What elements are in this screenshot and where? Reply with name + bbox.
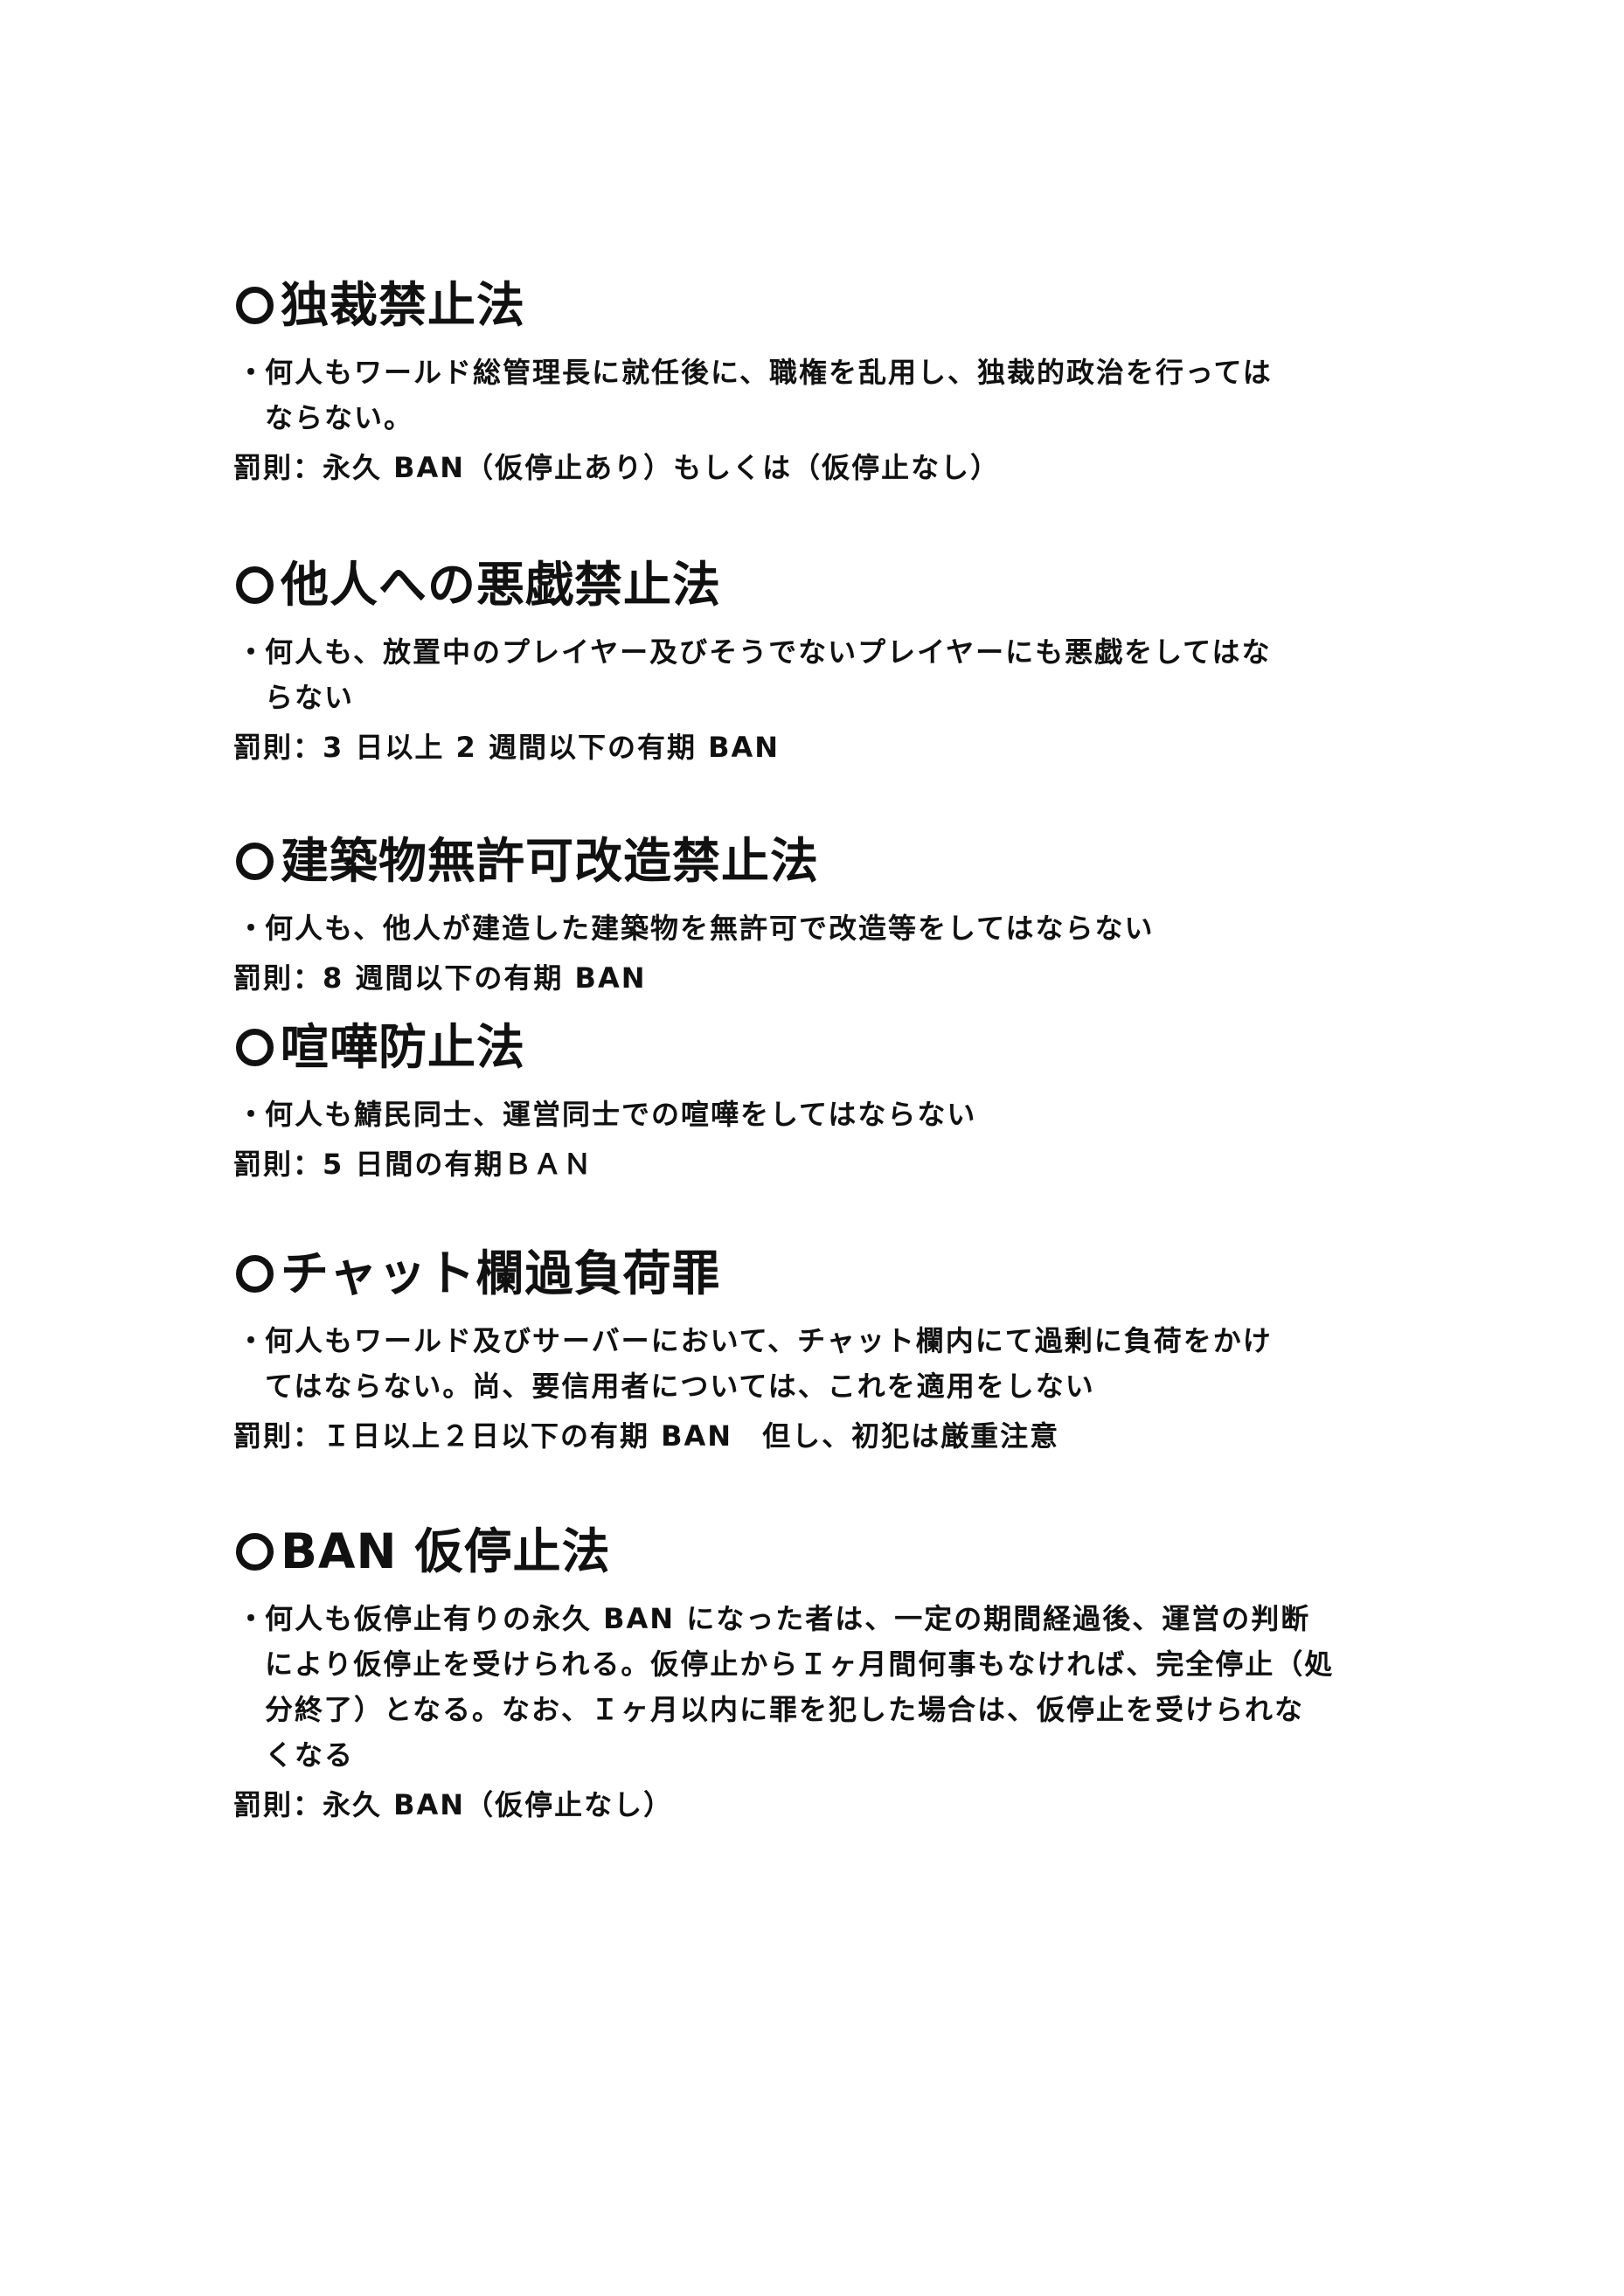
circle-marker-icon (236, 1028, 274, 1066)
law-section-ban-suspension: BAN 仮停止法 ・ 何人も仮停止有りの永久 BAN になった者は、一定の期間経… (233, 1523, 1440, 1827)
law-title: チャット欄過負荷罪 (281, 1245, 721, 1301)
bullet: ・ (237, 635, 267, 669)
law-section-prank: 他人への悪戯禁止法 ・ 何人も、放置中のプレイヤー及びそうでないプレイヤーにも悪… (233, 556, 1440, 769)
law-clause: ・ 何人も鯖民同士、運営同士での喧嘩をしてはならない (233, 1092, 1440, 1137)
circle-marker-icon (236, 565, 274, 604)
law-penalty: 罰則：8 週間以下の有期 BAN (233, 961, 647, 995)
law-title: BAN 仮停止法 (281, 1523, 611, 1579)
law-clause: ・ 何人も、放置中のプレイヤー及びそうでないプレイヤーにも悪戯をしてはな らない (233, 629, 1440, 720)
clause-line: 分終了）となる。なお、Ｉヶ月以内に罪を犯した場合は、仮停止を受けられな (265, 1693, 1305, 1726)
clause-line: 何人も鯖民同士、運営同士での喧嘩をしてはならない (265, 1098, 977, 1131)
law-penalty: 罰則：Ｉ日以上２日以下の有期 BAN 但し、初犯は厳重注意 (233, 1419, 1060, 1453)
law-section-dictatorship: 独裁禁止法 ・ 何人もワールド総管理長に就任後に、職権を乱用し、独裁的政治を行っ… (233, 276, 1440, 489)
clause-line: 何人も仮停止有りの永久 BAN になった者は、一定の期間経過後、運営の判断 (265, 1602, 1311, 1635)
bullet: ・ (237, 1098, 267, 1131)
clause-line: 何人も、他人が建造した建築物を無許可で改造等をしてはならない (265, 912, 1155, 945)
clause-line: らない (265, 681, 355, 714)
clause-line: くなる (265, 1738, 355, 1772)
law-heading: 建築物無許可改造禁止法 (233, 832, 1440, 890)
law-clause: ・ 何人もワールド及びサーバーにおいて、チャット欄内にて過剰に負荷をかけ てはな… (233, 1318, 1440, 1409)
bullet: ・ (237, 912, 267, 945)
law-penalty: 罰則：永久 BAN（仮停止あり）もしくは（仮停止なし） (233, 451, 1001, 484)
law-clause: ・ 何人も仮停止有りの永久 BAN になった者は、一定の期間経過後、運営の判断 … (233, 1596, 1440, 1778)
law-penalty: 罰則：3 日以上 2 週間以下の有期 BAN (233, 731, 781, 764)
circle-marker-icon (236, 1254, 274, 1293)
circle-marker-icon (236, 1532, 274, 1571)
circle-marker-icon (236, 842, 274, 880)
law-title: 建築物無許可改造禁止法 (281, 833, 820, 889)
law-title: 他人への悪戯禁止法 (281, 557, 722, 613)
clause-line: てはならない。尚、要信用者については、これを適用をしない (265, 1370, 1095, 1403)
law-penalty: 罰則：5 日間の有期ＢＡＮ (233, 1148, 593, 1181)
clause-line: 何人もワールド総管理長に就任後に、職権を乱用し、独裁的政治を行っては (265, 356, 1273, 389)
law-section-chat-overload: チャット欄過負荷罪 ・ 何人もワールド及びサーバーにおいて、チャット欄内にて過剰… (233, 1245, 1440, 1458)
clause-line: 何人もワールド及びサーバーにおいて、チャット欄内にて過剰に負荷をかけ (265, 1324, 1273, 1357)
law-clause: ・ 何人もワールド総管理長に就任後に、職権を乱用し、独裁的政治を行っては ならな… (233, 350, 1440, 440)
law-section-building: 建築物無許可改造禁止法 ・ 何人も、他人が建造した建築物を無許可で改造等をしては… (233, 832, 1440, 1000)
law-heading: 他人への悪戯禁止法 (233, 556, 1440, 614)
clause-line: ならない。 (265, 401, 414, 434)
law-heading: 喧嘩防止法 (233, 1018, 1440, 1076)
law-heading: BAN 仮停止法 (233, 1523, 1440, 1580)
bullet: ・ (237, 1602, 267, 1635)
bullet: ・ (237, 356, 267, 389)
law-title: 独裁禁止法 (281, 277, 526, 333)
law-heading: 独裁禁止法 (233, 276, 1440, 334)
bullet: ・ (237, 1324, 267, 1357)
circle-marker-icon (236, 286, 274, 324)
clause-line: により仮停止を受けられる。仮停止からＩヶ月間何事もなければ、完全停止（処 (265, 1647, 1335, 1681)
law-clause: ・ 何人も、他人が建造した建築物を無許可で改造等をしてはならない (233, 905, 1440, 951)
law-penalty: 罰則：永久 BAN（仮停止なし） (233, 1788, 674, 1821)
clause-line: 何人も、放置中のプレイヤー及びそうでないプレイヤーにも悪戯をしてはな (265, 635, 1272, 669)
law-title: 喧嘩防止法 (281, 1019, 526, 1075)
document-page: 独裁禁止法 ・ 何人もワールド総管理長に就任後に、職権を乱用し、独裁的政治を行っ… (0, 0, 1624, 2296)
law-section-quarrel: 喧嘩防止法 ・ 何人も鯖民同士、運営同士での喧嘩をしてはならない 罰則：5 日間… (233, 1018, 1440, 1186)
law-heading: チャット欄過負荷罪 (233, 1245, 1440, 1302)
